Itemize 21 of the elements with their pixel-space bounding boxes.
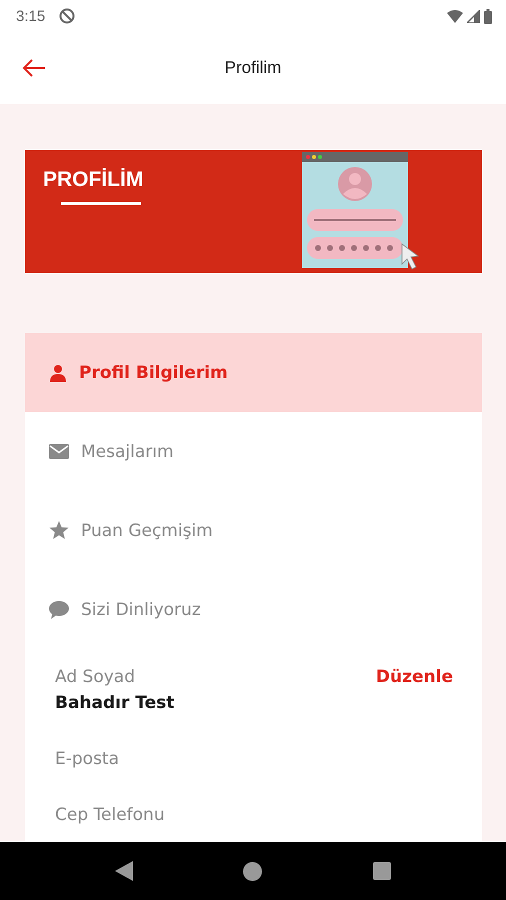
- no-sync-icon: [59, 8, 76, 24]
- status-time: 3:15: [16, 8, 46, 24]
- menu-item[interactable]: Profil Bilgilerim: [25, 333, 482, 412]
- field-label: Cep Telefonu: [55, 805, 165, 825]
- battery-icon: [484, 8, 492, 24]
- banner-title: PROFİLİM: [43, 168, 144, 192]
- star-icon: [49, 521, 69, 540]
- field-value: Bahadır Test: [55, 693, 176, 713]
- speech-bubble-icon: [49, 600, 69, 618]
- field-label: E-posta: [55, 749, 120, 769]
- signal-icon: [467, 10, 480, 22]
- person-icon: [49, 364, 67, 382]
- home-nav-button[interactable]: [243, 862, 262, 880]
- envelope-icon: [49, 444, 69, 459]
- field-label: Ad Soyad: [55, 667, 135, 687]
- back-button[interactable]: [22, 59, 46, 77]
- back-nav-button[interactable]: [115, 861, 134, 881]
- recents-nav-button[interactable]: [372, 862, 391, 880]
- screen-title: Profilim: [224, 58, 282, 78]
- edit-link[interactable]: Düzenle: [376, 667, 453, 687]
- wifi-icon: [447, 10, 463, 22]
